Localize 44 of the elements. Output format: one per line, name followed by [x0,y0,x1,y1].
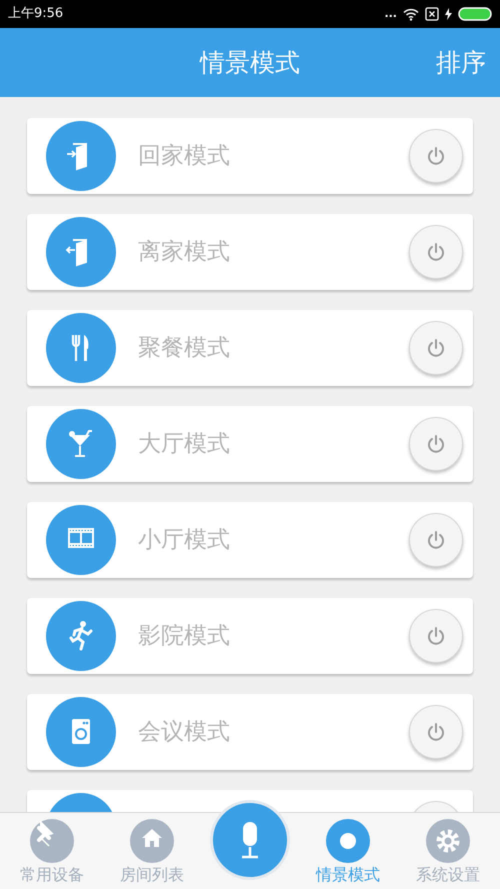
power-button[interactable] [409,417,463,471]
scene-label: 影院模式 [138,622,231,651]
power-icon [426,338,446,358]
scene-label: 离家模式 [138,238,231,267]
power-button[interactable] [409,513,463,567]
power-icon [426,530,446,550]
sort-button[interactable]: 排序 [436,44,486,82]
scene-card[interactable]: 回家模式 [27,118,473,194]
scene-card[interactable]: 聚餐模式 [27,310,473,386]
sim-icon [425,7,439,21]
power-icon [426,242,446,262]
power-icon [426,146,446,166]
power-button[interactable] [409,225,463,279]
scene-card[interactable]: 会议模式 [27,694,473,770]
power-icon [426,434,446,454]
gear-icon [426,819,470,863]
nav-tab[interactable]: 房间列表 [110,813,194,889]
status-time: 上午9:56 [8,5,64,24]
scene-label: 回家模式 [138,142,231,171]
power-button[interactable] [409,321,463,375]
house-icon [130,819,174,863]
scene-label: 小厅模式 [138,526,231,555]
wifi-icon [403,8,419,20]
pushpin-icon [30,819,74,863]
nav-tab[interactable]: 常用设备 [10,813,94,889]
power-button[interactable] [409,609,463,663]
battery-icon [458,7,492,21]
power-icon [426,722,446,742]
page-title: 情景模式 [200,46,300,79]
scene-card[interactable]: 小厅模式 [27,502,473,578]
status-dots: ... [384,6,397,22]
nav-tab[interactable]: 情景模式 [306,813,390,889]
scene-label: 聚餐模式 [138,334,231,363]
charging-icon [445,8,452,20]
nav-tab[interactable]: 系统设置 [406,813,490,889]
scene-label: 大厅模式 [138,430,231,459]
scene-card[interactable]: 离家模式 [27,214,473,290]
power-button[interactable] [409,129,463,183]
scene-label: 会议模式 [138,718,231,747]
power-icon [426,626,446,646]
scene-icon [326,819,370,863]
power-button[interactable] [409,705,463,759]
scene-card[interactable]: 影院模式 [27,598,473,674]
scene-card[interactable]: 大厅模式 [27,406,473,482]
